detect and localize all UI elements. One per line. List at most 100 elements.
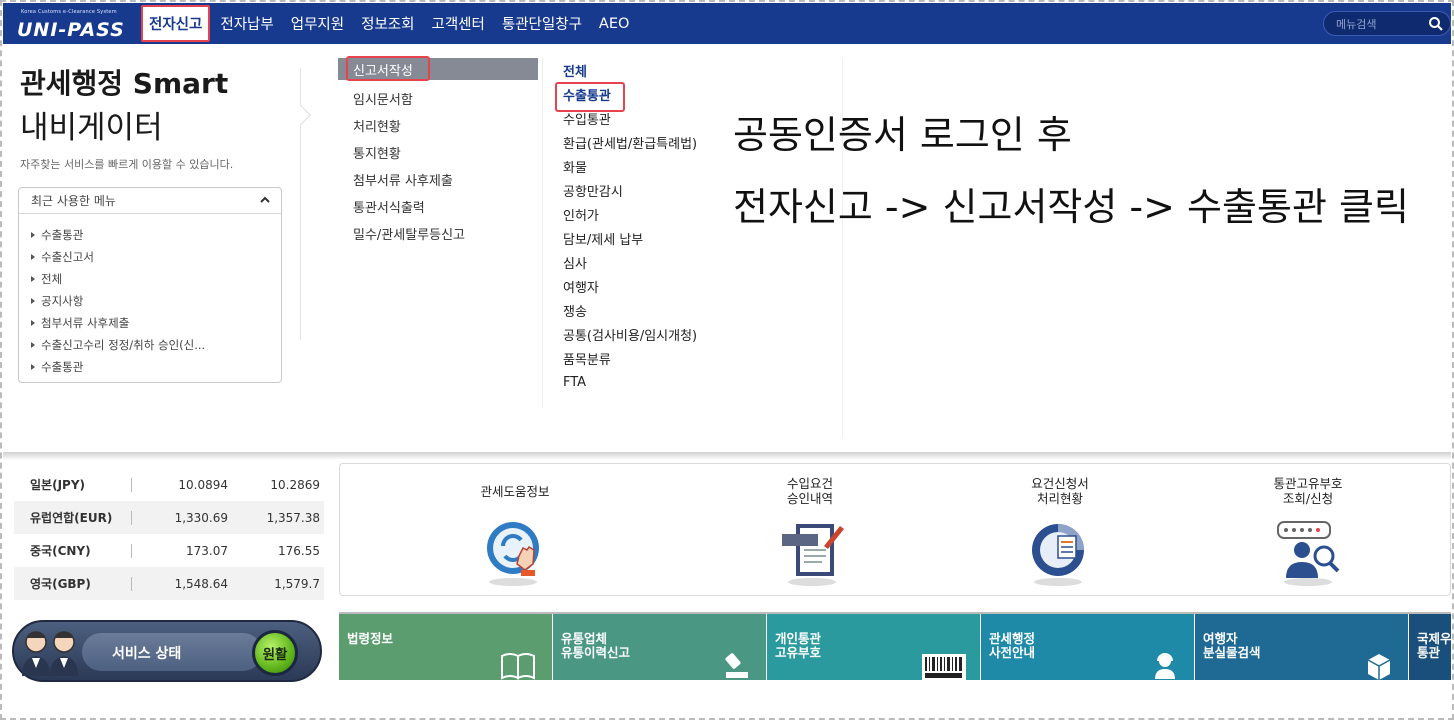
recent-menu-list: 수출통관 수출신고서 전체 공지사항 첨부서류 사후제출 수출신고수리 정정/취… (19, 214, 281, 378)
service-customs-help[interactable]: 관세도움정보 (435, 474, 595, 592)
bullet-arrow-icon (31, 276, 35, 282)
rate-value: 10.0894 (178, 477, 228, 492)
bullet-arrow-icon (31, 254, 35, 260)
sub-menu: 신고서작성 임시문서함 처리현황 통지현황 첨부서류 사후제출 통관서식출력 밀… (338, 56, 538, 247)
leaf-menu-item-appeal[interactable]: 쟁송 (563, 298, 763, 322)
recent-menu-item[interactable]: 전체 (31, 268, 281, 290)
rate-value: 1,548.64 (174, 576, 228, 591)
status-label-pill: 서비스 상태 (82, 633, 262, 671)
tile-label: 개인통관 고유부호 (775, 631, 822, 660)
search-icon[interactable] (1428, 16, 1444, 32)
sub-menu-item-report-write[interactable]: 신고서작성 (338, 56, 538, 81)
tile-label: 유통업체 유통이력신고 (561, 631, 631, 660)
tile-label: 여행자 분실물검색 (1203, 631, 1261, 660)
annotation-line-2: 전자신고 -> 신고서작성 -> 수출통관 클릭 (733, 185, 1409, 229)
unipass-logo[interactable]: Korea Customs e-Clearance System UNI-PAS… (15, 7, 143, 41)
service-status-label: 서비스 상태 (112, 646, 182, 662)
annotation-line-1: 공동인증서 로그인 후 (733, 113, 1072, 157)
service-label: 통관고유부호 조회/신청 (1273, 476, 1343, 506)
person-search-icon (1277, 521, 1340, 586)
main-nav: 전자신고 전자납부 업무지원 정보조회 고객센터 통관단일창구 AEO (141, 3, 646, 44)
tile-law-info[interactable]: 법령정보 (339, 614, 552, 680)
tile-distribution-report[interactable]: 유통업체 유통이력신고 (553, 614, 766, 680)
nav-item-aeo[interactable]: AEO (599, 16, 630, 32)
navigator-description: 자주찾는 서비스를 빠르게 이용할 수 있습니다. (20, 158, 234, 171)
staff-people-icon (22, 631, 78, 676)
tile-label: 관세행정 사전안내 (989, 631, 1036, 660)
sub-menu-item-smuggling-report[interactable]: 밀수/관세탈루등신고 (338, 220, 538, 247)
exchange-rate-table: 일본(JPY) 10.0894 10.2869 유럽연합(EUR) 1,330.… (14, 468, 324, 600)
quick-services-box: 관세도움정보 수입요건 승인내역 요건신청서 처리현황 통관고유부호 조회/신청 (339, 463, 1451, 596)
tile-lost-property[interactable]: 여행자 분실물검색 (1195, 614, 1408, 680)
currency-name: 영국(GBP) (14, 576, 132, 591)
bullet-arrow-icon (31, 320, 35, 326)
sub-menu-item-temp-box[interactable]: 임시문서함 (338, 85, 538, 112)
box-icon (1367, 654, 1391, 680)
divider (542, 58, 543, 408)
nav-item-customer-center[interactable]: 고객센터 (432, 13, 485, 34)
service-status-bar: 서비스 상태 원활 (12, 620, 322, 682)
navigator-subtitle: 내비게이터 (20, 110, 163, 146)
leaf-menu-item-audit[interactable]: 심사 (563, 250, 763, 274)
bullet-arrow-icon (31, 342, 35, 348)
open-book-icon (501, 653, 535, 680)
service-status-indicator: 원활 (252, 630, 298, 676)
rate-value: 173.07 (186, 543, 228, 558)
leaf-menu-item-traveler[interactable]: 여행자 (563, 274, 763, 298)
tile-customs-guide[interactable]: 관세행정 사전안내 (981, 614, 1194, 680)
tile-label: 국제우편 통관 (1417, 631, 1451, 660)
currency-name: 중국(CNY) (14, 543, 132, 558)
recent-menu-item[interactable]: 공지사항 (31, 290, 281, 312)
recent-menu-item[interactable]: 수출신고서 (31, 246, 281, 268)
currency-name: 유럽연합(EUR) (14, 510, 132, 525)
leaf-menu-item-fta[interactable]: FTA (563, 370, 763, 394)
bullet-arrow-icon (31, 298, 35, 304)
headset-person-icon (1155, 653, 1175, 679)
tile-international-mail[interactable]: 국제우편 통관 (1409, 614, 1451, 680)
quick-link-tiles: 법령정보 유통업체 유통이력신고 개인통관 고유부호 관세행정 사전안내 여행자… (339, 612, 1451, 680)
sub-menu-item-notice[interactable]: 통지현황 (338, 139, 538, 166)
service-request-status[interactable]: 요건신청서 처리현황 (980, 474, 1140, 592)
recent-menu-header[interactable]: 최근 사용한 메뉴 (19, 188, 281, 214)
highlight-box (346, 56, 430, 81)
bullet-arrow-icon (31, 364, 35, 370)
leaf-menu-item-export-clearance[interactable]: 수출통관 (555, 82, 763, 112)
nav-item-business-support[interactable]: 업무지원 (291, 13, 344, 34)
tile-label: 법령정보 (347, 631, 394, 646)
nav-item-electronic-payment[interactable]: 전자납부 (220, 13, 273, 34)
leaf-menu-item-common[interactable]: 공통(검사비용/임시개청) (563, 322, 763, 346)
rate-value: 1,357.38 (266, 510, 320, 525)
import-document-icon (782, 524, 844, 586)
recent-menu-item[interactable]: 수출통관 (31, 224, 281, 246)
nav-item-info-lookup[interactable]: 정보조회 (361, 13, 414, 34)
rate-value: 1,330.69 (174, 510, 228, 525)
touch-hand-icon (487, 522, 539, 586)
leaf-menu-item-all[interactable]: 전체 (563, 58, 763, 82)
leaf-menu-item-classification[interactable]: 품목분류 (563, 346, 763, 370)
sub-menu-item-status[interactable]: 처리현황 (338, 112, 538, 139)
table-row: 유럽연합(EUR) 1,330.69 1,357.38 (14, 501, 324, 534)
service-label: 관세도움정보 (480, 483, 550, 499)
table-row: 중국(CNY) 173.07 176.55 (14, 534, 324, 567)
chevron-up-icon[interactable] (259, 194, 271, 206)
sub-menu-item-print[interactable]: 통관서식출력 (338, 193, 538, 220)
recent-menu-item[interactable]: 수출신고수리 정정/취하 승인(신... (31, 334, 281, 356)
tile-personal-customs-code[interactable]: 개인통관 고유부호 (767, 614, 980, 680)
menu-search-input[interactable] (1336, 16, 1422, 32)
recent-menu-item[interactable]: 첨부서류 사후제출 (31, 312, 281, 334)
service-label: 수입요건 승인내역 (786, 476, 833, 506)
service-customs-code[interactable]: 통관고유부호 조회/신청 (1228, 474, 1388, 592)
stamp-icon (725, 653, 748, 678)
recent-menu-box: 최근 사용한 메뉴 수출통관 수출신고서 전체 공지사항 첨부서류 사후제출 수… (18, 187, 282, 383)
sub-menu-item-attachment[interactable]: 첨부서류 사후제출 (338, 166, 538, 193)
rate-value: 10.2869 (270, 477, 320, 492)
service-label: 요건신청서 처리현황 (1031, 476, 1089, 506)
recent-menu-item[interactable]: 수출통관 (31, 356, 281, 378)
service-import-requirements[interactable]: 수입요건 승인내역 (730, 474, 890, 592)
nav-item-electronic-report[interactable]: 전자신고 (141, 5, 211, 42)
logo-subtitle: Korea Customs e-Clearance System (21, 9, 117, 15)
nav-item-single-window[interactable]: 통관단일창구 (502, 13, 582, 34)
recent-menu-title: 최근 사용한 메뉴 (31, 194, 116, 208)
bullet-arrow-icon (31, 232, 35, 238)
rate-value: 1,579.7 (274, 576, 320, 591)
